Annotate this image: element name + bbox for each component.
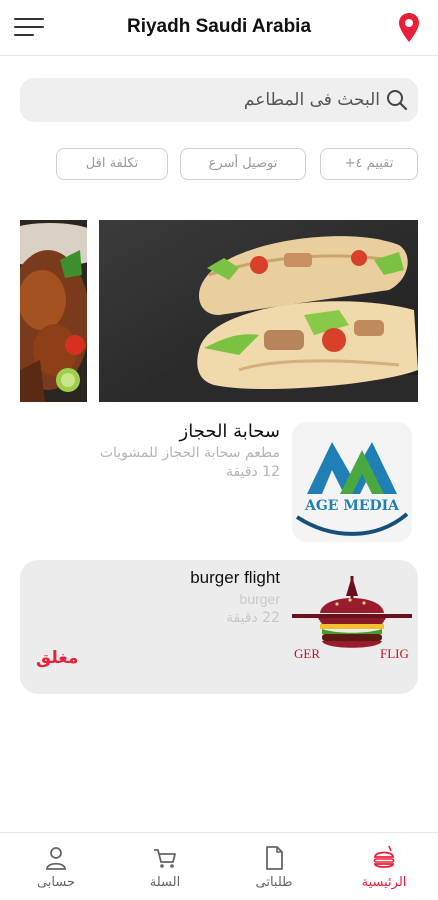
shawarma-sandwich-image	[99, 220, 418, 402]
restaurant-logo: GER FLIG	[292, 568, 412, 688]
nav-home[interactable]: الرئيسية	[334, 833, 434, 900]
restaurant-description: burger	[239, 591, 280, 607]
grilled-chicken-image	[20, 220, 87, 402]
filter-low-cost-chip[interactable]: تكلفة اقل	[56, 148, 168, 180]
nav-cart-label: السلة	[149, 875, 181, 890]
nav-home-label: الرئيسية	[361, 875, 407, 890]
restaurant-card[interactable]: AGE MEDIA سحابة الحجاز مطعم سحابة الحجاز…	[20, 420, 418, 544]
bottom-navigation: الرئيسية طلباتى السلة حسابى	[0, 832, 438, 900]
restaurant-info: سحابة الحجاز مطعم سحابة الحجاز للمشويات …	[70, 420, 280, 482]
nav-cart[interactable]: السلة	[115, 833, 215, 900]
search-icon	[387, 90, 408, 111]
user-icon	[46, 847, 66, 870]
promo-banner-shawarma[interactable]	[99, 220, 418, 402]
restaurant-name: سحابة الحجاز	[179, 421, 280, 442]
promo-banner-grilled-chicken[interactable]	[20, 220, 87, 402]
location-title[interactable]: Riyadh Saudi Arabia	[0, 16, 438, 38]
logo-text-left: GER	[294, 646, 320, 661]
nav-account[interactable]: حسابى	[6, 833, 106, 900]
app-header: Riyadh Saudi Arabia	[0, 0, 438, 56]
filter-rating-chip[interactable]: تقييم ٤+	[320, 148, 418, 180]
nav-account-label: حسابى	[36, 875, 76, 890]
delivery-time: 12 دقيقة	[225, 464, 280, 480]
search-input[interactable]	[60, 86, 380, 114]
closed-status-badge: مغلق	[36, 648, 79, 668]
location-pin-icon[interactable]	[398, 12, 420, 44]
restaurant-description: مطعم سحابة الحجاز للمشويات	[99, 445, 280, 461]
nav-orders[interactable]: طلباتى	[224, 833, 324, 900]
search-bar[interactable]	[20, 78, 418, 122]
delivery-time: 22 دقيقة	[225, 610, 280, 626]
restaurant-card[interactable]: GER FLIG burger flight burger 22 دقيقة م…	[20, 560, 418, 694]
filter-fast-delivery-chip[interactable]: توصيل أسرع	[180, 148, 306, 180]
restaurant-info: burger flight burger 22 دقيقة	[70, 566, 280, 628]
document-icon	[266, 846, 283, 870]
nav-orders-label: طلباتى	[255, 875, 293, 890]
restaurant-logo: AGE MEDIA	[292, 422, 412, 542]
logo-text: AGE MEDIA	[304, 498, 400, 514]
restaurant-name: burger flight	[190, 568, 280, 587]
burger-icon	[373, 845, 395, 868]
cart-icon	[154, 849, 176, 868]
logo-text-right: FLIG	[380, 646, 409, 661]
